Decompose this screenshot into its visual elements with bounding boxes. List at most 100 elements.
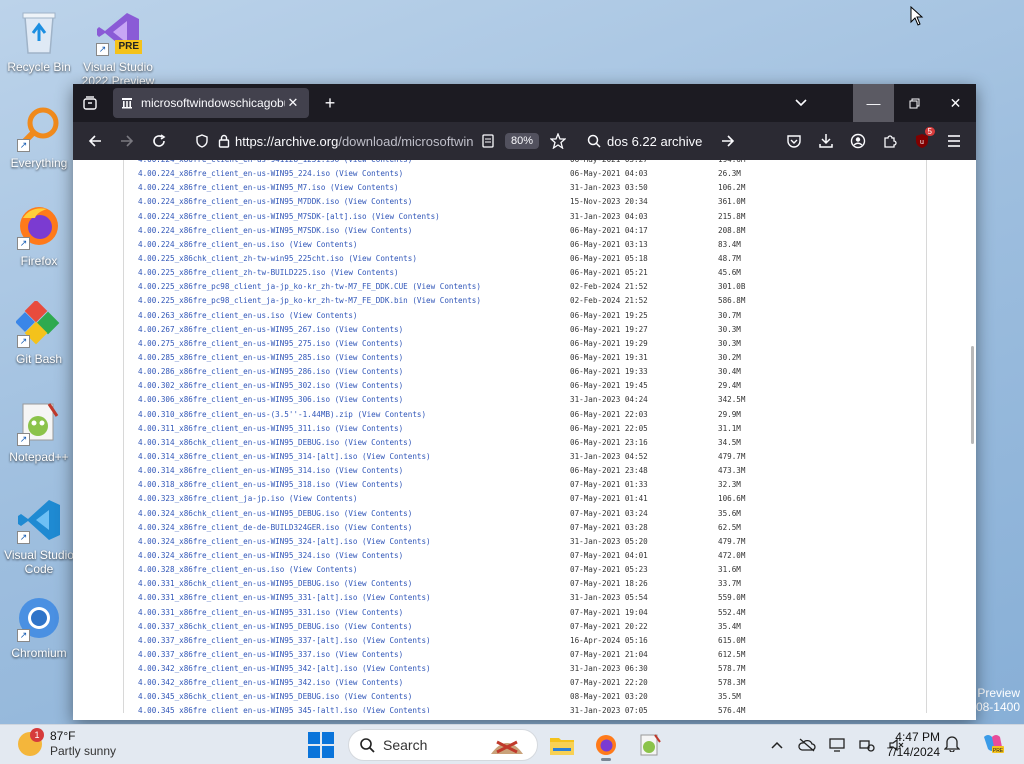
view-contents-link[interactable]: (View Contents): [330, 183, 399, 192]
view-contents-link[interactable]: (View Contents): [335, 339, 404, 348]
view-contents-link[interactable]: (View Contents): [335, 325, 404, 334]
view-contents-link[interactable]: (View Contents): [344, 579, 413, 588]
file-link[interactable]: 4.00.224_x86fre_client_en-us-941128_1251…: [138, 160, 339, 164]
file-link[interactable]: 4.00.314_x86chk_client_en-us-WIN95_DEBUG…: [138, 438, 339, 447]
view-contents-link[interactable]: (View Contents): [335, 169, 404, 178]
view-contents-link[interactable]: (View Contents): [371, 212, 440, 221]
search-bar[interactable]: dos 6.22 archive: [581, 126, 741, 156]
file-link[interactable]: 4.00.310_x86fre_client_en-us-(3.5''-1.44…: [138, 410, 353, 419]
file-link[interactable]: 4.00.263_x86fre_client_en-us.iso: [138, 311, 284, 320]
file-link[interactable]: 4.00.345_x86chk_client_en-us-WIN95_DEBUG…: [138, 692, 339, 701]
url-bar[interactable]: https://archive.org/download/microsoftwi…: [185, 126, 575, 156]
view-contents-link[interactable]: (View Contents): [335, 466, 404, 475]
view-contents-link[interactable]: (View Contents): [344, 692, 413, 701]
file-link[interactable]: 4.00.224_x86fre_client_en-us-WIN95_224.i…: [138, 169, 330, 178]
file-link[interactable]: 4.00.225_x86fre_pc98_client_ja-jp_ko-kr_…: [138, 282, 408, 291]
file-link[interactable]: 4.00.225_x86fre_client_zh-tw-BUILD225.is…: [138, 268, 325, 277]
zoom-level-button[interactable]: 80%: [504, 133, 539, 149]
view-contents-link[interactable]: (View Contents): [412, 282, 481, 291]
view-contents-link[interactable]: (View Contents): [344, 509, 413, 518]
view-contents-link[interactable]: (View Contents): [344, 160, 413, 164]
view-contents-link[interactable]: (View Contents): [412, 296, 481, 305]
search-go-arrow-icon[interactable]: [721, 134, 735, 148]
minimize-button[interactable]: —: [853, 84, 894, 122]
view-contents-link[interactable]: (View Contents): [344, 523, 413, 532]
tracking-protection-shield-icon[interactable]: [191, 134, 213, 148]
file-link[interactable]: 4.00.224_x86fre_client_en-us-WIN95_M7DDK…: [138, 197, 339, 206]
file-link[interactable]: 4.00.328_x86fre_client_en-us.iso: [138, 565, 284, 574]
list-all-tabs-button[interactable]: [780, 84, 821, 122]
account-button[interactable]: [842, 126, 874, 156]
view-contents-link[interactable]: (View Contents): [362, 537, 431, 546]
page-scrollbar-thumb[interactable]: [971, 346, 974, 444]
view-contents-link[interactable]: (View Contents): [335, 381, 404, 390]
view-contents-link[interactable]: (View Contents): [362, 636, 431, 645]
view-contents-link[interactable]: (View Contents): [335, 608, 404, 617]
firefox-view-button[interactable]: [73, 84, 107, 122]
reload-button[interactable]: [143, 126, 175, 156]
view-contents-link[interactable]: (View Contents): [289, 565, 358, 574]
desktop-icon-everything[interactable]: ↗ Everything: [1, 104, 77, 170]
file-link[interactable]: 4.00.306_x86fre_client_en-us-WIN95_306.i…: [138, 395, 330, 404]
view-contents-link[interactable]: (View Contents): [335, 551, 404, 560]
view-contents-link[interactable]: (View Contents): [335, 353, 404, 362]
desktop-icon-git-bash[interactable]: ↗ Git Bash: [1, 300, 77, 366]
close-window-button[interactable]: ✕: [935, 84, 976, 122]
forward-button[interactable]: [111, 126, 143, 156]
restore-button[interactable]: [894, 84, 935, 122]
taskbar-clock[interactable]: 4:47 PM 7/14/2024: [880, 730, 940, 760]
file-link[interactable]: 4.00.285_x86fre_client_en-us-WIN95_285.i…: [138, 353, 330, 362]
view-contents-link[interactable]: (View Contents): [335, 650, 404, 659]
file-link[interactable]: 4.00.342_x86fre_client_en-us-WIN95_342.i…: [138, 678, 330, 687]
desktop-icon-firefox[interactable]: ↗ Firefox: [1, 202, 77, 268]
view-contents-link[interactable]: (View Contents): [335, 480, 404, 489]
file-link[interactable]: 4.00.225_x86fre_pc98_client_ja-jp_ko-kr_…: [138, 296, 408, 305]
file-link[interactable]: 4.00.331_x86chk_client_en-us-WIN95_DEBUG…: [138, 579, 339, 588]
file-link[interactable]: 4.00.302_x86fre_client_en-us-WIN95_302.i…: [138, 381, 330, 390]
view-contents-link[interactable]: (View Contents): [348, 254, 417, 263]
downloads-button[interactable]: [810, 126, 842, 156]
menu-button[interactable]: [938, 126, 970, 156]
tab-archive[interactable]: microsoftwindowschicagobuild ✕: [113, 88, 309, 118]
file-link[interactable]: 4.00.224_x86fre_client_en-us-WIN95_M7SDK…: [138, 212, 367, 221]
file-link[interactable]: 4.00.224_x86fre_client_en-us.iso: [138, 240, 284, 249]
view-contents-link[interactable]: (View Contents): [289, 240, 358, 249]
new-tab-button[interactable]: +: [315, 93, 345, 114]
reader-view-icon[interactable]: [477, 134, 499, 148]
view-contents-link[interactable]: (View Contents): [344, 226, 413, 235]
file-link[interactable]: 4.00.337_x86chk_client_en-us-WIN95_DEBUG…: [138, 622, 339, 631]
back-button[interactable]: [79, 126, 111, 156]
file-link[interactable]: 4.00.275_x86fre_client_en-us-WIN95_275.i…: [138, 339, 330, 348]
desktop-icon-recycle-bin[interactable]: Recycle Bin: [1, 8, 77, 74]
lock-icon[interactable]: [213, 134, 235, 148]
tray-onedrive-button[interactable]: [792, 731, 822, 759]
tray-display-button[interactable]: [822, 731, 852, 759]
file-link[interactable]: 4.00.337_x86fre_client_en-us-WIN95_337.i…: [138, 650, 330, 659]
file-link[interactable]: 4.00.311_x86fre_client_en-us-WIN95_311.i…: [138, 424, 330, 433]
file-link[interactable]: 4.00.345_x86fre_client_en-us-WIN95_345-[…: [138, 706, 357, 713]
pocket-button[interactable]: [778, 126, 810, 156]
view-contents-link[interactable]: (View Contents): [289, 311, 358, 320]
view-contents-link[interactable]: (View Contents): [357, 410, 426, 419]
copilot-button[interactable]: PRE: [980, 733, 1004, 760]
file-link[interactable]: 4.00.324_x86fre_client_de-de-BUILD324GER…: [138, 523, 339, 532]
file-link[interactable]: 4.00.331_x86fre_client_en-us-WIN95_331.i…: [138, 608, 330, 617]
file-link[interactable]: 4.00.318_x86fre_client_en-us-WIN95_318.i…: [138, 480, 330, 489]
view-contents-link[interactable]: (View Contents): [344, 622, 413, 631]
view-contents-link[interactable]: (View Contents): [335, 395, 404, 404]
desktop-icon-notepad-plus-plus[interactable]: ↗ Notepad++: [1, 398, 77, 464]
view-contents-link[interactable]: (View Contents): [335, 678, 404, 687]
file-link[interactable]: 4.00.342_x86fre_client_en-us-WIN95_342-[…: [138, 664, 357, 673]
start-button[interactable]: [306, 730, 336, 760]
weather-widget[interactable]: 1 87°F Partly sunny: [18, 728, 116, 759]
file-link[interactable]: 4.00.267_x86fre_client_en-us-WIN95_267.i…: [138, 325, 330, 334]
file-link[interactable]: 4.00.314_x86fre_client_en-us-WIN95_314-[…: [138, 452, 357, 461]
close-tab-icon[interactable]: ✕: [285, 95, 301, 111]
view-contents-link[interactable]: (View Contents): [344, 438, 413, 447]
file-link[interactable]: 4.00.331_x86fre_client_en-us-WIN95_331-[…: [138, 593, 357, 602]
taskbar-firefox[interactable]: [586, 729, 626, 761]
desktop-icon-visual-studio[interactable]: PRE ↗ Visual Studio 2022 Preview: [80, 8, 156, 88]
file-link[interactable]: 4.00.314_x86fre_client_en-us-WIN95_314.i…: [138, 466, 330, 475]
view-contents-link[interactable]: (View Contents): [335, 424, 404, 433]
notifications-button[interactable]: [943, 734, 961, 757]
